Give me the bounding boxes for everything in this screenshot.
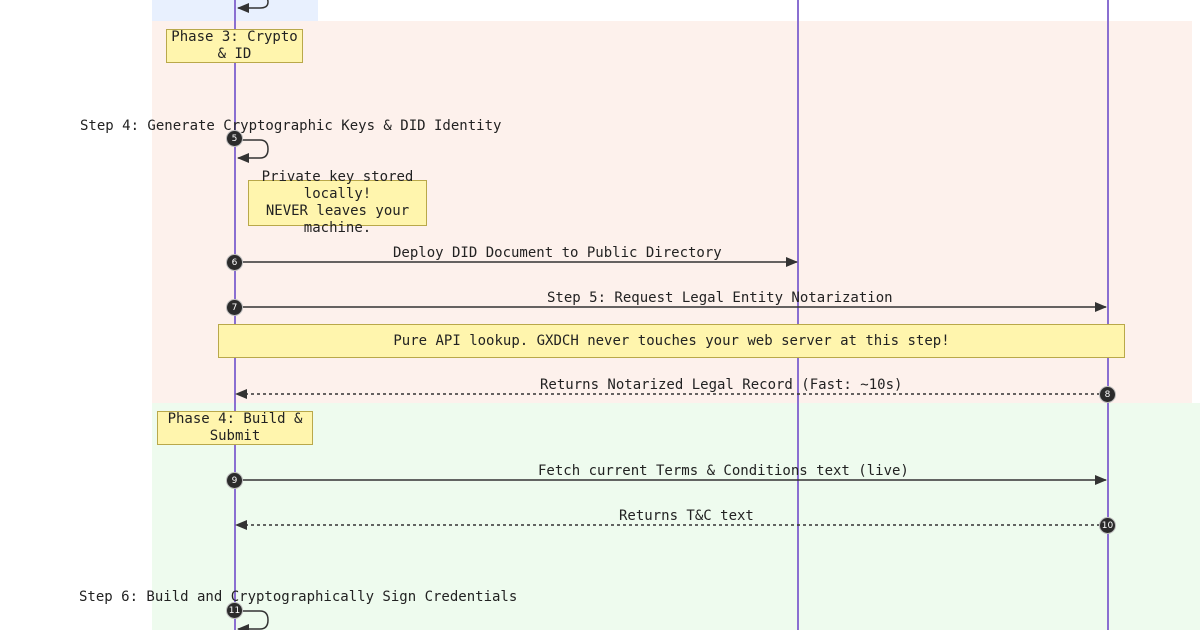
note-private-key-line1: Private key stored locally! [261, 169, 414, 202]
message-returns-notarized: Returns Notarized Legal Record (Fast: ~1… [540, 377, 903, 393]
message-step6: Step 6: Build and Cryptographically Sign… [79, 589, 518, 605]
note-phase4: Phase 4: Build & Submit [157, 411, 313, 445]
sequence-badge-5: 5 [226, 130, 243, 147]
message-step4: Step 4: Generate Cryptographic Keys & DI… [80, 118, 502, 134]
message-fetch-tc: Fetch current Terms & Conditions text (l… [538, 463, 909, 479]
sequence-badge-7: 7 [226, 299, 243, 316]
sequence-badge-8: 8 [1099, 386, 1116, 403]
note-phase3: Phase 3: Crypto & ID [166, 29, 303, 63]
note-private-key-line2: NEVER leaves your machine. [265, 203, 410, 236]
note-phase4-text: Phase 4: Build & Submit [167, 411, 303, 444]
sequence-badge-6: 6 [226, 254, 243, 271]
sequence-badge-10: 10 [1099, 517, 1116, 534]
arrows-layer [235, 0, 1107, 630]
message-deploy-did: Deploy DID Document to Public Directory [393, 245, 722, 261]
sequence-badge-9: 9 [226, 472, 243, 489]
message-step5: Step 5: Request Legal Entity Notarizatio… [547, 290, 893, 306]
note-pure-api: Pure API lookup. GXDCH never touches you… [218, 324, 1125, 358]
message-returns-tc: Returns T&C text [619, 508, 754, 524]
note-phase3-text: Phase 3: Crypto & ID [171, 29, 298, 62]
sequence-badge-11: 11 [226, 602, 243, 619]
note-private-key: Private key stored locally! NEVER leaves… [248, 169, 427, 236]
note-pure-api-text: Pure API lookup. GXDCH never touches you… [393, 332, 950, 349]
self-loop-arrow-top [237, 0, 269, 13]
